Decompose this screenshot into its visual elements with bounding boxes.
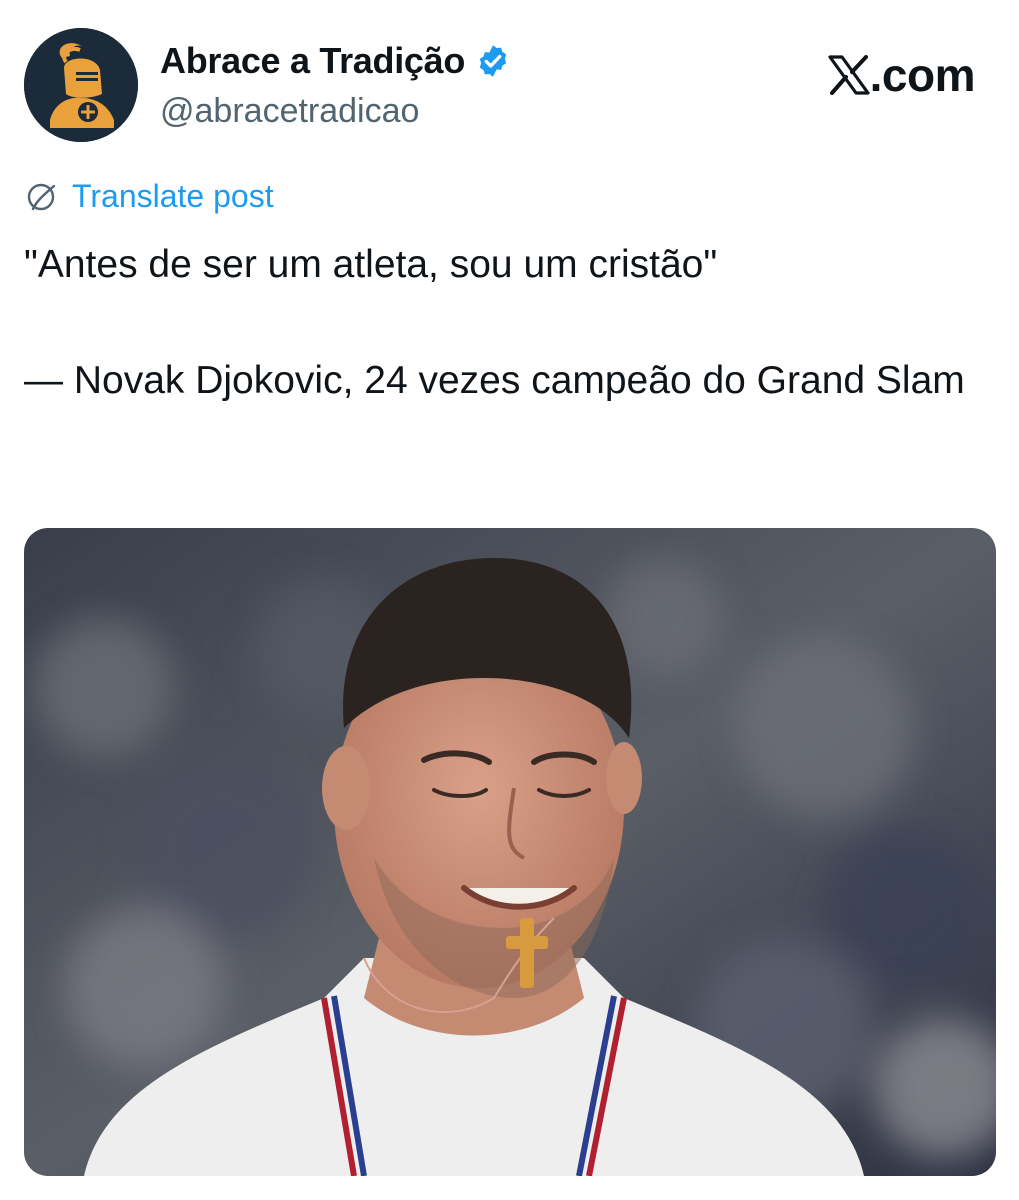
x-logo-icon — [828, 55, 870, 95]
translate-post-label: Translate post — [72, 178, 274, 214]
globe-icon — [24, 180, 58, 214]
verified-badge-icon — [475, 43, 511, 79]
author-name-row: Abrace a Tradição — [160, 40, 511, 82]
author-handle[interactable]: @abracetradicao — [160, 92, 419, 131]
site-brand: .com — [828, 48, 976, 102]
translate-post-link[interactable]: Translate post — [24, 178, 274, 215]
post-body-text: "Antes de ser um atleta, sou um cristão"… — [24, 236, 984, 410]
site-domain-text: .com — [869, 49, 976, 101]
post-quote-line: "Antes de ser um atleta, sou um cristão" — [24, 243, 718, 286]
tennis-player-photo — [24, 528, 996, 1176]
tweet-card: Abrace a Tradição @abracetradicao .com T… — [0, 0, 1019, 1200]
author-avatar[interactable] — [24, 28, 138, 142]
author-display-name[interactable]: Abrace a Tradição — [160, 40, 465, 82]
knight-helmet-icon — [24, 28, 138, 142]
post-attribution-line: — Novak Djokovic, 24 vezes campeão do Gr… — [24, 359, 965, 402]
post-media-photo[interactable] — [24, 528, 996, 1176]
